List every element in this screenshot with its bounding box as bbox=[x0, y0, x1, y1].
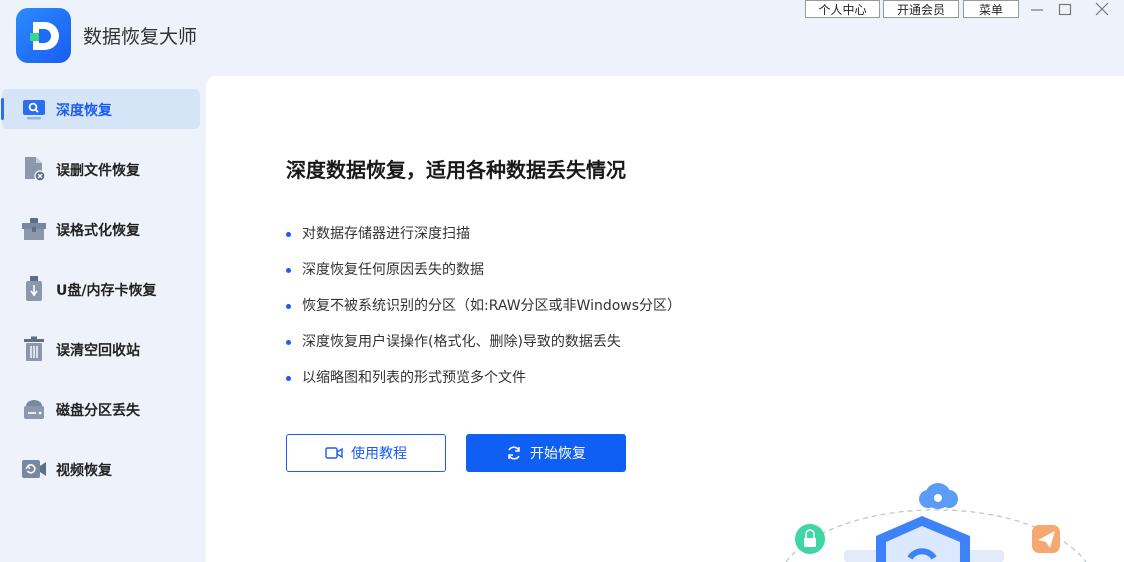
tutorial-button[interactable]: 使用教程 bbox=[286, 434, 446, 472]
disk-icon bbox=[20, 395, 48, 423]
search-icon bbox=[20, 95, 48, 123]
list-item: 深度恢复任何原因丢失的数据 bbox=[286, 258, 681, 294]
list-item: 恢复不被系统识别的分区（如:RAW分区或非Windows分区） bbox=[286, 294, 681, 330]
feature-list: 对数据存储器进行深度扫描 深度恢复任何原因丢失的数据 恢复不被系统识别的分区（如… bbox=[286, 222, 681, 402]
refresh-icon bbox=[508, 446, 520, 460]
list-item: 深度恢复用户误操作(格式化、删除)导致的数据丢失 bbox=[286, 330, 681, 366]
start-recovery-button[interactable]: 开始恢复 bbox=[466, 434, 626, 472]
sidebar-item-label: 磁盘分区丢失 bbox=[56, 403, 140, 419]
start-recovery-button-label: 开始恢复 bbox=[530, 446, 586, 462]
bullet bbox=[286, 304, 291, 309]
sidebar-item-format-recovery[interactable]: 误格式化恢复 bbox=[2, 209, 200, 249]
recovery-illustration bbox=[785, 483, 1087, 562]
feature-text: 深度恢复用户误操作(格式化、删除)导致的数据丢失 bbox=[302, 334, 621, 350]
feature-text: 深度恢复任何原因丢失的数据 bbox=[302, 262, 484, 278]
bullet bbox=[286, 340, 291, 345]
sidebar-item-deep-recovery[interactable]: 深度恢复 bbox=[1, 89, 200, 129]
list-item: 以缩略图和列表的形式预览多个文件 bbox=[286, 366, 681, 402]
feature-text: 对数据存储器进行深度扫描 bbox=[302, 226, 470, 242]
close-icon[interactable] bbox=[1092, 0, 1112, 18]
sidebar-item-label: 误删文件恢复 bbox=[56, 163, 140, 179]
sidebar-item-label: U盘/内存卡恢复 bbox=[56, 283, 157, 299]
bullet bbox=[286, 376, 291, 381]
sidebar-item-label: 误格式化恢复 bbox=[56, 223, 140, 239]
page-title: 深度数据恢复，适用各种数据丢失情况 bbox=[286, 158, 626, 182]
sidebar-item-usb-recovery[interactable]: U盘/内存卡恢复 bbox=[2, 269, 200, 309]
usb-icon bbox=[20, 275, 48, 303]
list-item: 对数据存储器进行深度扫描 bbox=[286, 222, 681, 258]
menu-button[interactable]: 菜单 bbox=[963, 0, 1019, 18]
sidebar-item-label: 深度恢复 bbox=[56, 103, 112, 119]
deleted-file-icon bbox=[20, 155, 48, 183]
sidebar: 深度恢复 误删文件恢复 误格式化恢复 U盘/内存卡恢复 误清空回收站 磁盘分区丢… bbox=[0, 76, 206, 562]
video-camera-icon bbox=[325, 447, 343, 459]
sidebar-item-video-recovery[interactable]: 视频恢复 bbox=[2, 449, 200, 489]
sidebar-item-recycle-bin[interactable]: 误清空回收站 bbox=[2, 329, 200, 369]
app-logo bbox=[16, 8, 71, 63]
vip-button[interactable]: 开通会员 bbox=[883, 0, 959, 18]
title-bar: 数据恢复大师 个人中心 开通会员 菜单 bbox=[0, 0, 1124, 76]
bullet bbox=[286, 268, 291, 273]
maximize-icon[interactable] bbox=[1055, 0, 1075, 18]
feature-text: 恢复不被系统识别的分区（如:RAW分区或非Windows分区） bbox=[302, 298, 682, 314]
toolbox-icon bbox=[20, 215, 48, 243]
sidebar-item-label: 视频恢复 bbox=[56, 463, 112, 479]
user-center-button[interactable]: 个人中心 bbox=[805, 0, 880, 18]
bullet bbox=[286, 232, 291, 237]
minimize-icon[interactable] bbox=[1027, 0, 1047, 18]
app-title: 数据恢复大师 bbox=[83, 26, 198, 48]
tutorial-button-label: 使用教程 bbox=[351, 446, 407, 462]
sidebar-item-deleted-files[interactable]: 误删文件恢复 bbox=[2, 149, 200, 189]
sidebar-item-partition-lost[interactable]: 磁盘分区丢失 bbox=[2, 389, 200, 429]
sidebar-item-label: 误清空回收站 bbox=[56, 343, 140, 359]
trash-icon bbox=[20, 335, 48, 363]
main-panel: 深度数据恢复，适用各种数据丢失情况 对数据存储器进行深度扫描 深度恢复任何原因丢… bbox=[206, 76, 1124, 562]
video-icon bbox=[20, 455, 48, 483]
feature-text: 以缩略图和列表的形式预览多个文件 bbox=[302, 370, 526, 386]
active-indicator bbox=[1, 98, 4, 120]
